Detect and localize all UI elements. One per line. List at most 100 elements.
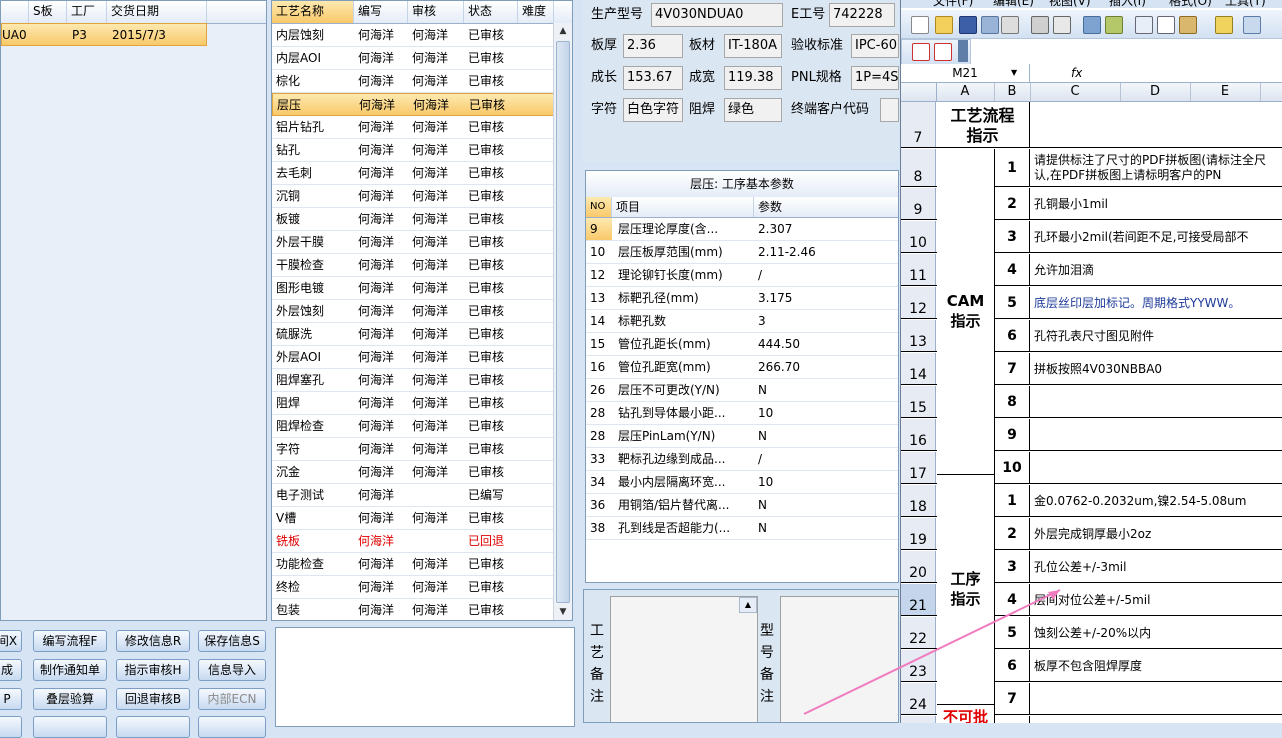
item-number-cell[interactable]: 3 [994,551,1030,582]
col-header-s-board[interactable]: S板 [29,1,67,23]
item-number-cell[interactable]: 6 [994,320,1030,351]
item-number-cell[interactable]: 2 [994,188,1030,219]
instruction-cell[interactable]: 孔铜最小1mil [1030,188,1282,219]
menu-format[interactable]: 格式(O) [1169,0,1212,9]
instruction-cell[interactable]: 请提供标注了尺寸的PDF拼板图(请标注全尺 认,在PDF拼板图上请标明客户的PN [1030,149,1282,186]
process-row[interactable]: 字符 何海洋 何海洋 已审核 [272,438,554,461]
row-number[interactable]: 14 [901,353,936,384]
item-number-cell[interactable]: 8 [994,386,1030,417]
button-partial-1[interactable]: 间X [0,630,22,652]
param-row[interactable]: 10 层压板厚范围(mm) 2.11-2.46 [586,241,898,264]
row-number[interactable]: 13 [901,320,936,351]
button-partial-7[interactable] [198,716,266,738]
col-header-d[interactable]: D [1120,83,1191,101]
print-icon[interactable] [1031,16,1049,34]
process-row[interactable]: 板镀 何海洋 何海洋 已审核 [272,208,554,231]
instruction-cell[interactable] [1030,419,1282,450]
process-row[interactable]: 内层蚀刻 何海洋 何海洋 已审核 [272,24,554,47]
thickness-field[interactable]: 2.36 [623,34,683,58]
width-field[interactable]: 119.38 [724,66,782,90]
instruction-cell[interactable]: 外层完成铜厚最小2oz [1030,518,1282,549]
param-row[interactable]: 26 层压不可更改(Y/N) N [586,379,898,402]
param-row[interactable]: 13 标靶孔径(mm) 3.175 [586,287,898,310]
process-notes-area[interactable] [275,627,575,727]
item-number-cell[interactable]: 3 [994,221,1030,252]
col-header-delivery-date[interactable]: 交货日期 [107,1,207,23]
item-number-cell[interactable]: 1 [994,149,1030,186]
process-row[interactable]: 外层干膜 何海洋 何海洋 已审核 [272,231,554,254]
process-row[interactable]: 图形电镀 何海洋 何海洋 已审核 [272,277,554,300]
print-preview-icon[interactable] [1001,16,1019,34]
item-number-cell[interactable]: 2 [994,518,1030,549]
process-row[interactable]: 去毛刺 何海洋 何海洋 已审核 [272,162,554,185]
spelling-icon[interactable] [1083,16,1101,34]
param-row[interactable]: 28 层压PinLam(Y/N) N [586,425,898,448]
instruction-cell[interactable] [1030,386,1282,417]
instruction-cell[interactable]: 金0.0762-0.2032um,镍2.54-5.08um [1030,485,1282,516]
process-row[interactable]: 沉铜 何海洋 何海洋 已审核 [272,185,554,208]
row-number[interactable]: 10 [901,221,936,252]
param-row[interactable]: 36 用铜箔/铝片替代离... N [586,494,898,517]
import-info-button[interactable]: 信息导入 [198,659,266,681]
col-header-c[interactable]: C [1030,83,1121,101]
row-number[interactable]: 9 [901,188,936,219]
row-number[interactable]: 11 [901,254,936,285]
scrollbar-thumb[interactable] [556,41,570,603]
item-number-cell[interactable]: 9 [994,419,1030,450]
make-notice-button[interactable]: 制作通知单 [33,659,107,681]
rollback-review-button[interactable]: 回退审核B [116,688,190,710]
process-row[interactable]: 铣板 何海洋 已回退 [272,530,554,553]
process-row[interactable]: 包装 何海洋 何海洋 已审核 [272,599,554,620]
toolbar-options-icon[interactable] [958,40,968,62]
preview-icon[interactable] [1053,16,1071,34]
button-partial-4[interactable] [0,716,22,738]
name-box-dropdown-icon[interactable]: ▼ [1011,64,1017,82]
col-header-b[interactable]: B [994,83,1031,101]
col-header-status[interactable]: 状态 [464,1,518,23]
button-partial-3[interactable]: P [0,688,22,710]
instruction-cell[interactable] [1030,452,1282,483]
row-number[interactable]: 16 [901,419,936,450]
instruction-cell[interactable]: 孔环最小2mil(若间距不足,可接受局部不 [1030,221,1282,252]
row-number[interactable]: 7 [901,102,936,147]
param-row[interactable]: 12 理论铆钉长度(mm) / [586,264,898,287]
paste-icon[interactable] [1179,16,1197,34]
param-row[interactable]: 14 标靶孔数 3 [586,310,898,333]
process-row[interactable]: 阻焊塞孔 何海洋 何海洋 已审核 [272,369,554,392]
process-row[interactable]: 层压 何海洋 何海洋 已审核 [272,93,554,116]
edit-flow-button[interactable]: 编写流程F [33,630,107,652]
col-header-process-name[interactable]: 工艺名称 [272,1,354,23]
item-number-cell[interactable]: 10 [994,452,1030,483]
col-header-a[interactable]: A [936,83,995,101]
scroll-down-arrow-icon[interactable]: ▼ [554,604,572,620]
row-number[interactable]: 18 [901,485,936,516]
format-painter-icon[interactable] [1215,16,1233,34]
instruction-cell[interactable]: 孔位公差+/-3mil [1030,551,1282,582]
stackup-check-button[interactable]: 叠层验算 [33,688,107,710]
scroll-up-arrow-icon[interactable]: ▲ [554,23,572,39]
material-field[interactable]: IT-180A [724,34,782,58]
item-number-cell[interactable]: 5 [994,287,1030,318]
board-list-row-selected[interactable]: UA0 P3 2015/7/3 [1,23,207,46]
undo-icon[interactable] [1243,16,1261,34]
row-number[interactable]: 20 [901,551,936,582]
col-header-writer[interactable]: 编写 [354,1,408,23]
menu-view[interactable]: 视图(V) [1049,0,1091,9]
pdf-mail-icon[interactable] [934,43,952,61]
pnl-field[interactable]: 1P=4S [851,66,899,90]
menu-edit[interactable]: 编辑(E) [993,0,1034,9]
item-number-cell[interactable]: 1 [994,485,1030,516]
open-folder-icon[interactable] [935,16,953,34]
corner-cell[interactable] [901,83,937,101]
button-partial-2[interactable]: 成 [0,659,22,681]
process-row[interactable]: 阻焊检查 何海洋 何海洋 已审核 [272,415,554,438]
new-doc-icon[interactable] [911,16,929,34]
col-header-difficulty[interactable]: 难度 [518,1,554,23]
process-row[interactable]: 外层蚀刻 何海洋 何海洋 已审核 [272,300,554,323]
col-header-factory[interactable]: 工厂 [67,1,107,23]
process-row[interactable]: 铝片钻孔 何海洋 何海洋 已审核 [272,116,554,139]
process-row[interactable]: 电子测试 何海洋 已编写 [272,484,554,507]
param-row[interactable]: 16 管位孔距宽(mm) 266.70 [586,356,898,379]
cut-icon[interactable] [1135,16,1153,34]
internal-ecn-button[interactable]: 内部ECN [198,688,266,710]
